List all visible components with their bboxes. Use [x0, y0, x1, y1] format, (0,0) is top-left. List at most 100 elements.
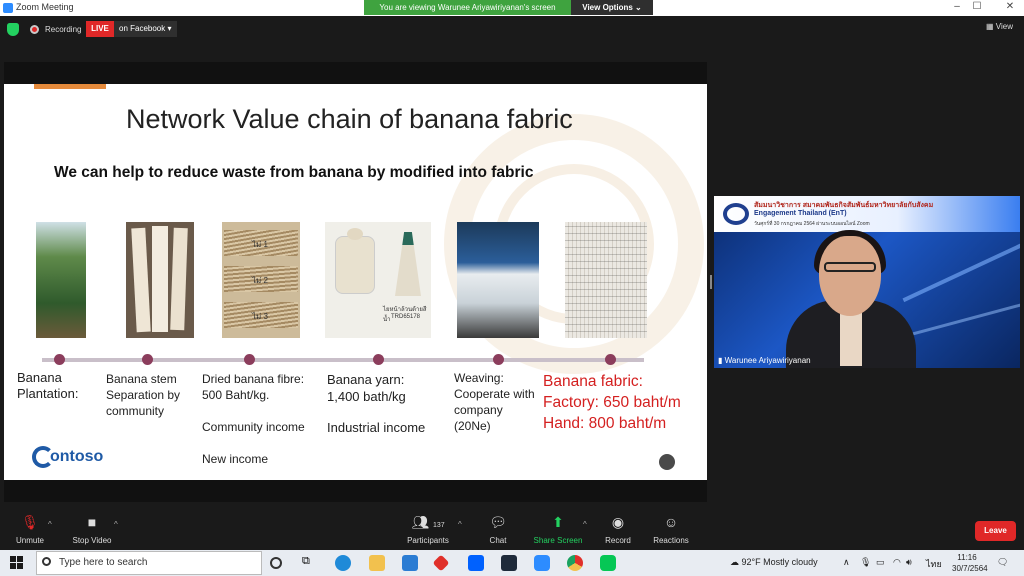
participants-options-caret[interactable]: ^ [458, 520, 462, 529]
participants-icon: 👥︎ 137 [411, 514, 445, 530]
stage-line: Separation by [106, 388, 181, 402]
windows-start-icon[interactable] [10, 556, 23, 569]
record-button[interactable]: ◉ Record [588, 514, 648, 545]
stop-video-label: Stop Video [72, 536, 112, 545]
banana-stem-photo [126, 222, 194, 338]
file-explorer-icon[interactable] [369, 555, 385, 571]
volume-icon[interactable]: 🔊︎ [906, 557, 912, 568]
stage-yarn: Banana yarn: 1,400 bath/kg Industrial in… [327, 371, 425, 436]
live-badge[interactable]: LIVE [86, 21, 114, 37]
maximize-icon[interactable]: ☐ [970, 1, 984, 15]
record-icon: ◉ [611, 514, 625, 530]
slide-nav-dot[interactable] [659, 454, 675, 470]
microphone-tray-icon[interactable]: 🎙︎ [860, 557, 871, 568]
notifications-icon[interactable]: 🗨︎ [997, 557, 1008, 568]
close-icon[interactable]: ✕ [1003, 1, 1017, 15]
reactions-button[interactable]: ☺ Reactions [641, 514, 701, 545]
participants-count: 137 [432, 522, 445, 529]
fibre-label-1: ไม่ 1 [252, 240, 268, 249]
participant-name: Warunee Ariyawiriyanan [724, 356, 811, 365]
timeline-dot [493, 354, 504, 365]
cortana-icon[interactable] [270, 557, 282, 569]
timeline-dot [373, 354, 384, 365]
screen-share-banner: You are viewing Warunee Ariyawiriyanan's… [364, 0, 571, 15]
window-title: Zoom Meeting [16, 2, 74, 12]
view-label: View [995, 22, 1013, 31]
chat-button[interactable]: 💬︎ Chat [468, 514, 528, 545]
grid-icon: ▦ [986, 22, 994, 31]
stage-line: Industrial income [327, 420, 426, 435]
timeline-dot [605, 354, 616, 365]
clock-date: 30/7/2564 [952, 564, 988, 573]
wifi-icon[interactable]: ◠ [893, 557, 901, 568]
stage-line: Cooperate with [454, 387, 535, 401]
security-shield-icon[interactable] [7, 23, 19, 36]
share-screen-button[interactable]: ⬆ Share Screen [528, 514, 588, 545]
recording-icon [30, 25, 39, 34]
slide-title: Network Value chain of banana fabric [126, 104, 573, 134]
fibre-label-3: ไม่ 3 [252, 312, 268, 321]
reactions-label: Reactions [653, 536, 689, 545]
minimize-icon[interactable]: – [950, 1, 964, 15]
stage-line: Weaving: [454, 371, 504, 385]
stage-line: Banana [17, 370, 62, 385]
taskbar-clock[interactable]: 11:16 30/7/2564 [952, 552, 988, 574]
leave-button[interactable]: Leave [975, 521, 1016, 541]
stage-line: Factory: 650 baht/m [543, 394, 681, 411]
participants-button[interactable]: 👥︎ 137 Participants [398, 514, 458, 545]
speaker-glasses [824, 262, 876, 272]
reaction-smiley-icon: ☺ [663, 514, 679, 530]
zoom-taskbar-icon[interactable] [534, 555, 550, 571]
stop-video-button[interactable]: ■ Stop Video [62, 514, 122, 545]
stage-line: Plantation: [17, 386, 79, 401]
share-options-caret[interactable]: ^ [583, 520, 587, 529]
powershell-icon[interactable] [501, 555, 517, 571]
contoso-logo: ontoso [32, 446, 103, 468]
timeline-dot [244, 354, 255, 365]
slide-subtitle: We can help to reduce waste from banana … [54, 164, 534, 181]
banana-fabric-photo [565, 222, 647, 338]
tray-overflow-icon[interactable]: ∧ [843, 557, 850, 568]
chrome-icon[interactable] [567, 555, 583, 571]
participants-label: Participants [407, 536, 449, 545]
chat-icon: 💬︎ [489, 514, 507, 530]
taskbar-search-input[interactable]: Type here to search [36, 551, 262, 575]
view-button[interactable]: ▦ View [986, 22, 1013, 31]
speaker-face [819, 236, 881, 316]
record-label: Record [605, 536, 631, 545]
task-view-icon[interactable]: ⧉ [302, 555, 318, 571]
unmute-label: Unmute [15, 536, 44, 545]
timeline-dot [54, 354, 65, 365]
stage-plantation: Banana Plantation: [17, 370, 78, 402]
stage-line: 500 Baht/kg. [202, 388, 270, 402]
weaving-photo [457, 222, 539, 338]
banana-yarn-photo: ไยหน้าล้วนด้ายสีน้ำ TRD65178 [325, 222, 431, 338]
timeline-dot [142, 354, 153, 365]
language-indicator[interactable]: ไทย [926, 557, 942, 571]
stage-line: Dried banana fibre: [202, 372, 305, 386]
participant-video-tile[interactable]: สัมมนาวิชาการ สมาคมพันธกิจสัมพันธ์มหาวิท… [714, 196, 1020, 368]
stage-line: 1,400 bath/kg [327, 389, 406, 404]
stage-fibre: Dried banana fibre: 500 Baht/kg. Communi… [202, 371, 305, 467]
zoom-app-icon [3, 3, 13, 13]
audio-options-caret[interactable]: ^ [48, 520, 52, 529]
clock-time: 11:16 [957, 553, 977, 562]
dried-fibre-photo: ไม่ 1 ไม่ 2 ไม่ 3 [222, 222, 300, 338]
weather-widget[interactable]: ☁ 92°F Mostly cloudy [730, 557, 818, 568]
view-options-button[interactable]: View Options ⌄ [571, 0, 653, 15]
dropbox-icon[interactable] [468, 555, 484, 571]
weather-text: 92°F Mostly cloudy [741, 557, 818, 567]
video-options-caret[interactable]: ^ [114, 520, 118, 529]
edge-browser-icon[interactable] [335, 555, 351, 571]
line-app-icon[interactable] [600, 555, 616, 571]
battery-icon[interactable]: ▭ [876, 557, 885, 568]
stage-line: Community income [202, 420, 305, 434]
yarn-label-2: TRD65178 [391, 314, 421, 320]
camera-icon: ■ [87, 514, 97, 530]
live-target-dropdown[interactable]: on Facebook ▾ [114, 21, 177, 37]
mail-icon[interactable] [402, 555, 418, 571]
stage-line: community [106, 404, 165, 418]
panel-splitter-handle[interactable] [710, 275, 712, 289]
cloud-icon: ☁ [730, 557, 739, 567]
unmute-button[interactable]: 🎙︎ Unmute [0, 514, 60, 545]
